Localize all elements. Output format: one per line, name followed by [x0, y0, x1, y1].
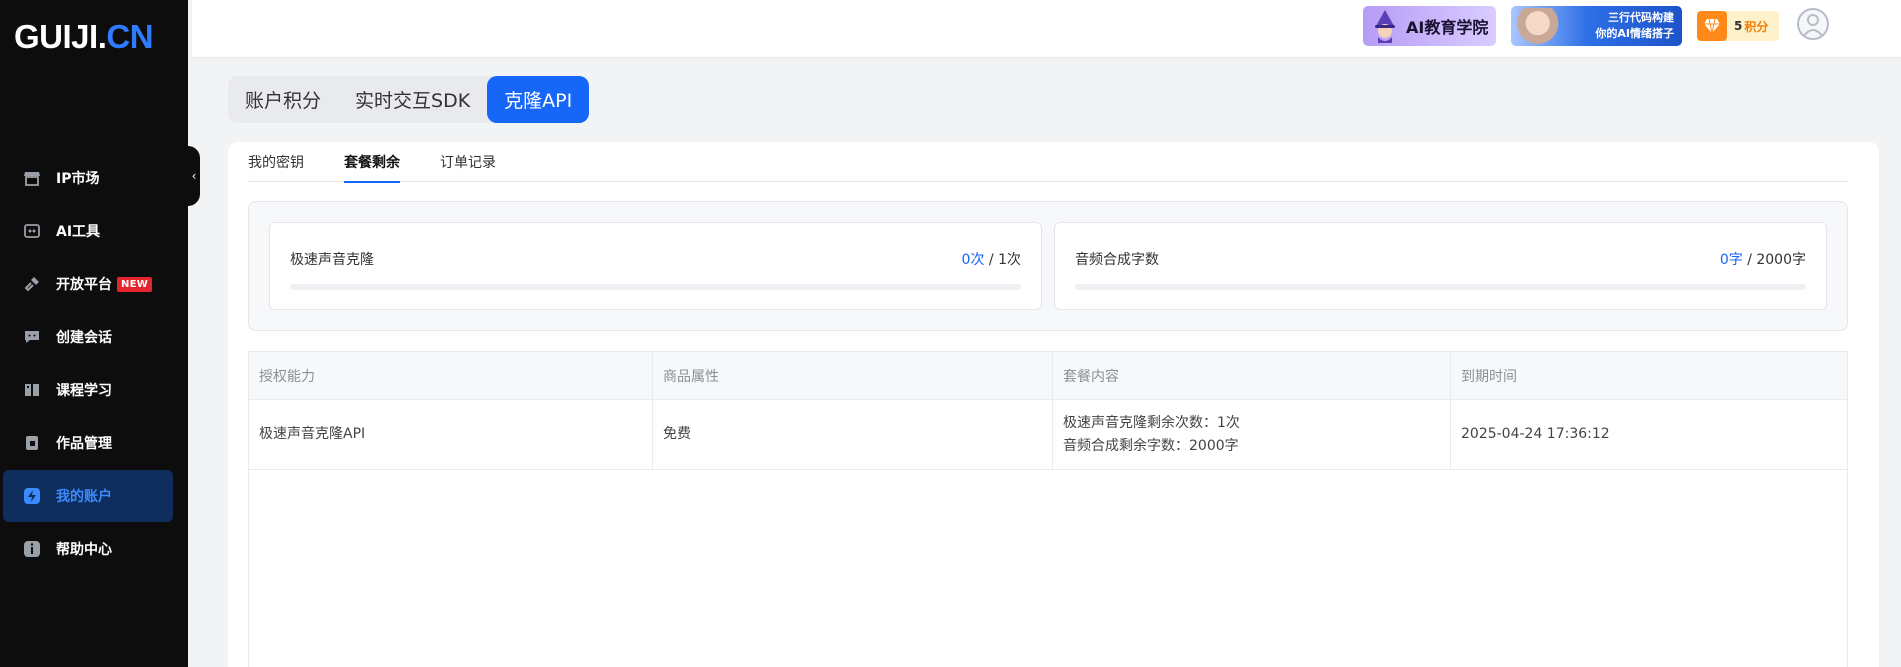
subtab-package-remaining[interactable]: 套餐剩余 [344, 142, 400, 183]
column-header-content: 套餐内容 [1052, 351, 1451, 400]
sidebar-item-open-platform[interactable]: 开放平台 NEW [3, 258, 173, 310]
table-row: 极速声音克隆API 免费 极速声音克隆剩余次数：1次 音频合成剩余字数：2000… [248, 399, 1848, 470]
table-header-row: 授权能力 商品属性 套餐内容 到期时间 [248, 351, 1848, 400]
sidebar-item-create-chat[interactable]: 创建会话 [3, 311, 173, 363]
plug-icon [21, 273, 43, 295]
logo-accent: CN [106, 18, 154, 55]
package-table: 授权能力 商品属性 套餐内容 到期时间 极速声音克隆API 免费 极速声音克隆剩… [248, 351, 1848, 470]
sub-tabs: 我的密钥 套餐剩余 订单记录 [248, 142, 1848, 183]
quota-name: 极速声音克隆 [290, 252, 374, 268]
quota-progress-bar [1075, 284, 1806, 290]
column-header-attribute: 商品属性 [652, 351, 1053, 400]
book-icon [21, 379, 43, 401]
main-tabs: 账户积分 实时交互SDK 克隆API [228, 76, 590, 123]
sidebar-item-works[interactable]: 作品管理 [3, 417, 173, 469]
banner-title: AI教育学院 [1406, 18, 1489, 37]
lightning-icon [21, 485, 43, 507]
logo[interactable]: GUIJI.CN [14, 18, 154, 56]
points-value: 5 [1734, 19, 1743, 33]
emotion-buddy-banner[interactable]: 三行代码构建 你的AI情绪搭子 [1511, 6, 1682, 46]
logo-text: GUIJI. [14, 18, 107, 55]
sidebar-item-label: AI工具 [56, 224, 101, 240]
user-icon [1802, 14, 1824, 38]
robot-icon [21, 220, 43, 242]
sidebar-item-label: 帮助中心 [56, 542, 112, 558]
column-header-expiry: 到期时间 [1450, 351, 1848, 400]
quota-summary: 极速声音克隆 0次 / 1次 音频合成字数 0字 / 2000字 [248, 201, 1848, 331]
quota-value: 0次 / 1次 [962, 249, 1021, 269]
sidebar-item-my-account[interactable]: 我的账户 [3, 470, 173, 522]
quota-card-audio-chars: 音频合成字数 0字 / 2000字 [1054, 222, 1827, 310]
quota-card-voice-clone: 极速声音克隆 0次 / 1次 [269, 222, 1042, 310]
subtab-order-records[interactable]: 订单记录 [440, 142, 496, 182]
sidebar-item-help[interactable]: 帮助中心 [3, 523, 173, 575]
cell-capability: 极速声音克隆API [248, 399, 653, 470]
banner-line-1: 三行代码构建 [1608, 11, 1674, 24]
quota-total: / 2000字 [1742, 252, 1806, 268]
content-line: 音频合成剩余字数：2000字 [1063, 437, 1239, 454]
sidebar-item-label: 课程学习 [56, 383, 112, 399]
chevron-left-icon: ‹ [191, 169, 197, 183]
sidebar-item-label: 作品管理 [56, 436, 112, 452]
info-icon [21, 538, 43, 560]
quota-progress-bar [290, 284, 1021, 290]
new-badge: NEW [117, 276, 153, 292]
cell-expiry: 2025-04-24 17:36:12 [1450, 399, 1848, 470]
sidebar-item-ai-tools[interactable]: AI工具 [3, 205, 173, 257]
quota-value: 0字 / 2000字 [1720, 249, 1806, 269]
table-empty-area [248, 470, 1848, 667]
user-avatar[interactable] [1797, 8, 1829, 40]
sidebar-item-label: 我的账户 [56, 489, 112, 505]
tab-realtime-sdk[interactable]: 实时交互SDK [338, 76, 487, 123]
points-label: 积分 [1744, 19, 1769, 34]
sidebar-item-label: 创建会话 [56, 330, 112, 346]
ai-academy-banner[interactable]: AI教育学院 [1363, 6, 1496, 46]
sidebar-item-ip-market[interactable]: IP市场 [3, 152, 173, 204]
sidebar-item-courses[interactable]: 课程学习 [3, 364, 173, 416]
sidebar-item-label: IP市场 [56, 171, 100, 187]
file-icon [21, 432, 43, 454]
sidebar-item-label: 开放平台 [56, 277, 112, 293]
diamond-icon [1697, 11, 1727, 41]
points-badge[interactable]: 5 积分 [1697, 11, 1779, 41]
quota-used: 0字 [1719, 252, 1743, 268]
banner-portrait [1517, 8, 1563, 46]
cell-content: 极速声音克隆剩余次数：1次 音频合成剩余字数：2000字 [1052, 399, 1451, 470]
chat-icon [21, 326, 43, 348]
tab-clone-api[interactable]: 克隆API [487, 76, 590, 123]
banner-line-2: 你的AI情绪搭子 [1595, 27, 1674, 40]
column-header-capability: 授权能力 [248, 351, 653, 400]
cell-attribute: 免费 [652, 399, 1053, 470]
quota-name: 音频合成字数 [1075, 252, 1159, 268]
quota-total: / 1次 [984, 252, 1021, 268]
content-card: 我的密钥 套餐剩余 订单记录 极速声音克隆 0次 / 1次 音频合成字数 0字 … [228, 142, 1879, 667]
subtab-my-keys[interactable]: 我的密钥 [248, 142, 304, 182]
tab-account-points[interactable]: 账户积分 [228, 76, 338, 123]
wizard-icon [1375, 10, 1395, 43]
quota-used: 0次 [961, 252, 985, 268]
store-icon [21, 167, 43, 189]
content-line: 极速声音克隆剩余次数：1次 [1063, 414, 1240, 431]
sidebar: GUIJI.CN IP市场 AI工具 开放平台 NEW 创建会话 课程学习 作品… [0, 0, 188, 667]
sidebar-collapse-toggle[interactable]: ‹ [188, 146, 200, 206]
